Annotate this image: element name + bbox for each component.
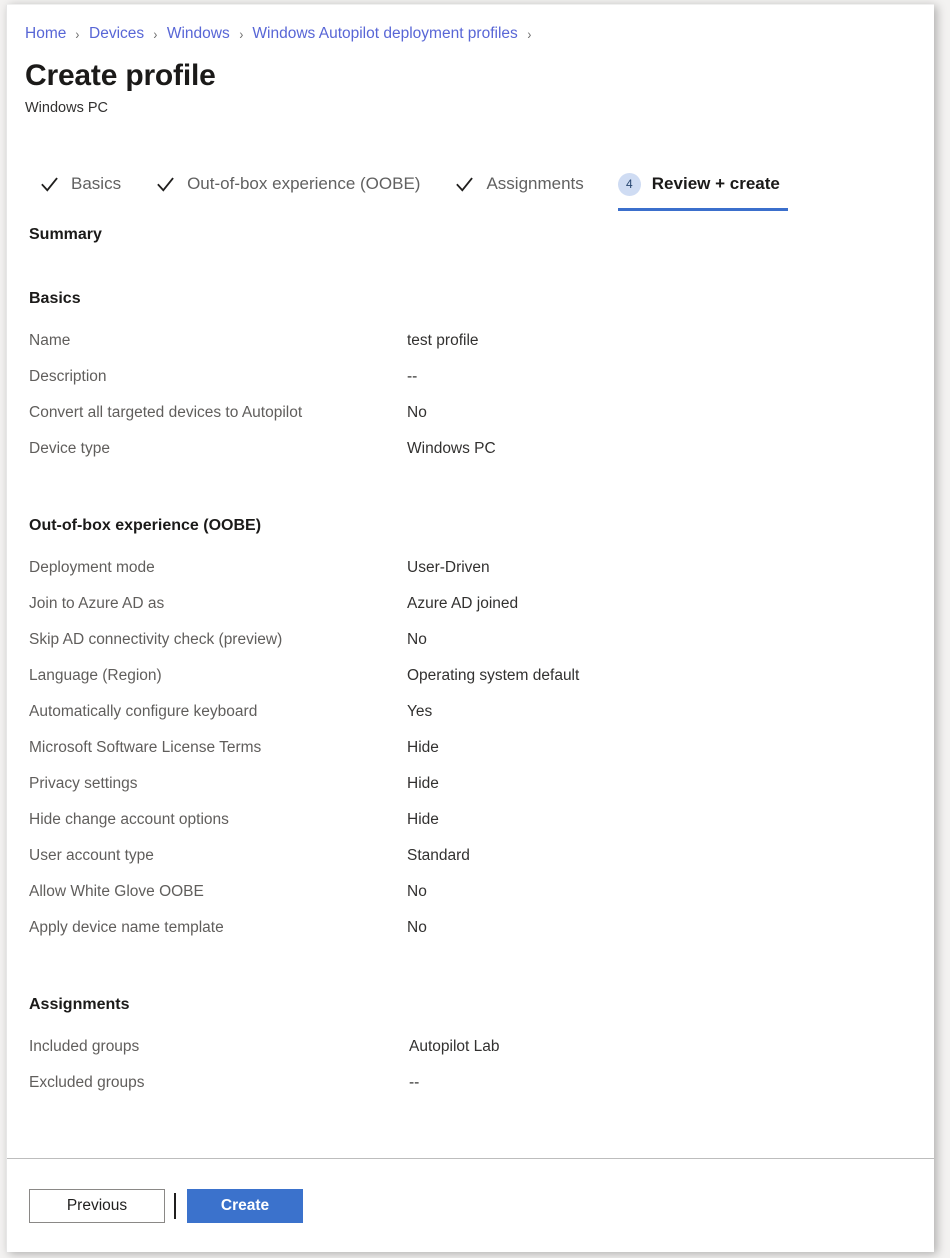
summary-section-assignments: Assignments Included groupsAutopilot LabE… bbox=[25, 996, 934, 1101]
tab-label: Basics bbox=[71, 174, 121, 194]
tab-label: Assignments bbox=[486, 174, 583, 194]
previous-button[interactable]: Previous bbox=[29, 1189, 165, 1223]
summary-row: Skip AD connectivity check (preview)No bbox=[29, 622, 934, 658]
summary-row-label: Description bbox=[29, 359, 407, 395]
create-profile-blade: Home › Devices › Windows › Windows Autopilot d… bbox=[6, 4, 934, 1252]
summary-row-value: No bbox=[407, 874, 427, 910]
summary-row-value: Hide bbox=[407, 802, 439, 838]
summary-row-value: Autopilot Lab bbox=[407, 1029, 500, 1065]
chevron-right-icon: › bbox=[527, 24, 531, 44]
summary-row-value: -- bbox=[407, 359, 417, 395]
summary-row-value: Standard bbox=[407, 838, 470, 874]
summary-row: Privacy settingsHide bbox=[29, 766, 934, 802]
check-icon bbox=[155, 174, 176, 195]
chevron-right-icon: › bbox=[154, 24, 158, 44]
summary-row-label: Name bbox=[29, 323, 407, 359]
summary-row-label: Skip AD connectivity check (preview) bbox=[29, 622, 407, 658]
summary-row-label: Device type bbox=[29, 431, 407, 467]
summary-row: Apply device name templateNo bbox=[29, 910, 934, 946]
summary-section-out-of-box-experience-oobe: Out-of-box experience (OOBE) Deployment m… bbox=[25, 517, 934, 946]
summary-row-value: No bbox=[407, 622, 427, 658]
page-title: Create profile bbox=[25, 57, 934, 95]
tab-out-of-box-experience-oobe[interactable]: Out-of-box experience (OOBE) bbox=[155, 166, 420, 206]
summary-row-value: No bbox=[407, 910, 427, 946]
chevron-right-icon: › bbox=[76, 24, 80, 44]
summary-row-value: test profile bbox=[407, 323, 479, 359]
summary-row: Automatically configure keyboardYes bbox=[29, 694, 934, 730]
breadcrumb-link-2[interactable]: Windows bbox=[167, 24, 230, 44]
summary-row: Allow White Glove OOBENo bbox=[29, 874, 934, 910]
breadcrumb: Home › Devices › Windows › Windows Autopilot d… bbox=[25, 5, 934, 44]
chevron-right-icon: › bbox=[239, 24, 243, 44]
summary-section-basics: Basics Nametest profileDescription--Conve… bbox=[25, 290, 934, 467]
summary-row-label: Hide change account options bbox=[29, 802, 407, 838]
summary-row: Convert all targeted devices to Autopilo… bbox=[29, 395, 934, 431]
summary-row-label: Automatically configure keyboard bbox=[29, 694, 407, 730]
summary-row: Hide change account optionsHide bbox=[29, 802, 934, 838]
section-heading: Out-of-box experience (OOBE) bbox=[29, 517, 934, 535]
summary-row: Deployment modeUser-Driven bbox=[29, 550, 934, 586]
tab-basics[interactable]: Basics bbox=[39, 166, 121, 206]
tab-review-create[interactable]: 4 Review + create bbox=[618, 166, 780, 206]
summary-heading: Summary bbox=[25, 226, 934, 244]
page-subtitle: Windows PC bbox=[25, 99, 934, 118]
summary-row-value: User-Driven bbox=[407, 550, 490, 586]
summary-row-label: User account type bbox=[29, 838, 407, 874]
summary-row: Description-- bbox=[29, 359, 934, 395]
summary-row-value: Azure AD joined bbox=[407, 586, 518, 622]
check-icon bbox=[39, 174, 60, 195]
breadcrumb-link-0[interactable]: Home bbox=[25, 24, 66, 44]
summary-row-label: Deployment mode bbox=[29, 550, 407, 586]
section-heading: Basics bbox=[29, 290, 934, 308]
app-root: Home › Devices › Windows › Windows Autopilot d… bbox=[0, 0, 950, 1258]
step-number-badge: 4 bbox=[618, 173, 641, 196]
summary-row-label: Microsoft Software License Terms bbox=[29, 730, 407, 766]
tab-assignments[interactable]: Assignments bbox=[454, 166, 583, 206]
wizard-tabs: Basics Out-of-box experience (OOBE) Assign… bbox=[25, 166, 934, 206]
summary-row-value: Yes bbox=[407, 694, 432, 730]
summary-row-label: Allow White Glove OOBE bbox=[29, 874, 407, 910]
summary-row-value: Hide bbox=[407, 766, 439, 802]
blade-content: Home › Devices › Windows › Windows Autopilot d… bbox=[7, 5, 934, 1158]
summary-row-label: Apply device name template bbox=[29, 910, 407, 946]
summary-row: Join to Azure AD asAzure AD joined bbox=[29, 586, 934, 622]
breadcrumb-link-1[interactable]: Devices bbox=[89, 24, 144, 44]
blade-footer: Previous Create bbox=[7, 1158, 934, 1252]
summary-row-label: Convert all targeted devices to Autopilo… bbox=[29, 395, 407, 431]
summary-row-value: No bbox=[407, 395, 427, 431]
summary-row: Device typeWindows PC bbox=[29, 431, 934, 467]
summary-row: Included groupsAutopilot Lab bbox=[29, 1029, 934, 1065]
summary-row-value: Windows PC bbox=[407, 431, 496, 467]
tab-label: Out-of-box experience (OOBE) bbox=[187, 174, 420, 194]
summary-row: Excluded groups-- bbox=[29, 1065, 934, 1101]
check-icon bbox=[454, 174, 475, 195]
section-heading: Assignments bbox=[29, 996, 934, 1014]
summary-sections: BasicsNametest profileDescription--Conve… bbox=[25, 290, 934, 1101]
summary-row-label: Included groups bbox=[29, 1029, 407, 1065]
create-button[interactable]: Create bbox=[187, 1189, 303, 1223]
summary-row-value: Hide bbox=[407, 730, 439, 766]
summary-row-label: Language (Region) bbox=[29, 658, 407, 694]
active-tab-indicator bbox=[618, 208, 788, 211]
summary-row: Language (Region)Operating system defaul… bbox=[29, 658, 934, 694]
summary-row: Microsoft Software License TermsHide bbox=[29, 730, 934, 766]
tab-label: Review + create bbox=[652, 174, 780, 194]
breadcrumb-link-3[interactable]: Windows Autopilot deployment profiles bbox=[252, 24, 517, 44]
summary-row: User account typeStandard bbox=[29, 838, 934, 874]
summary-row-label: Join to Azure AD as bbox=[29, 586, 407, 622]
summary-row: Nametest profile bbox=[29, 323, 934, 359]
summary-row-label: Excluded groups bbox=[29, 1065, 407, 1101]
summary-row-value: -- bbox=[407, 1065, 419, 1101]
summary-row-label: Privacy settings bbox=[29, 766, 407, 802]
footer-divider bbox=[174, 1193, 176, 1219]
summary-row-value: Operating system default bbox=[407, 658, 579, 694]
